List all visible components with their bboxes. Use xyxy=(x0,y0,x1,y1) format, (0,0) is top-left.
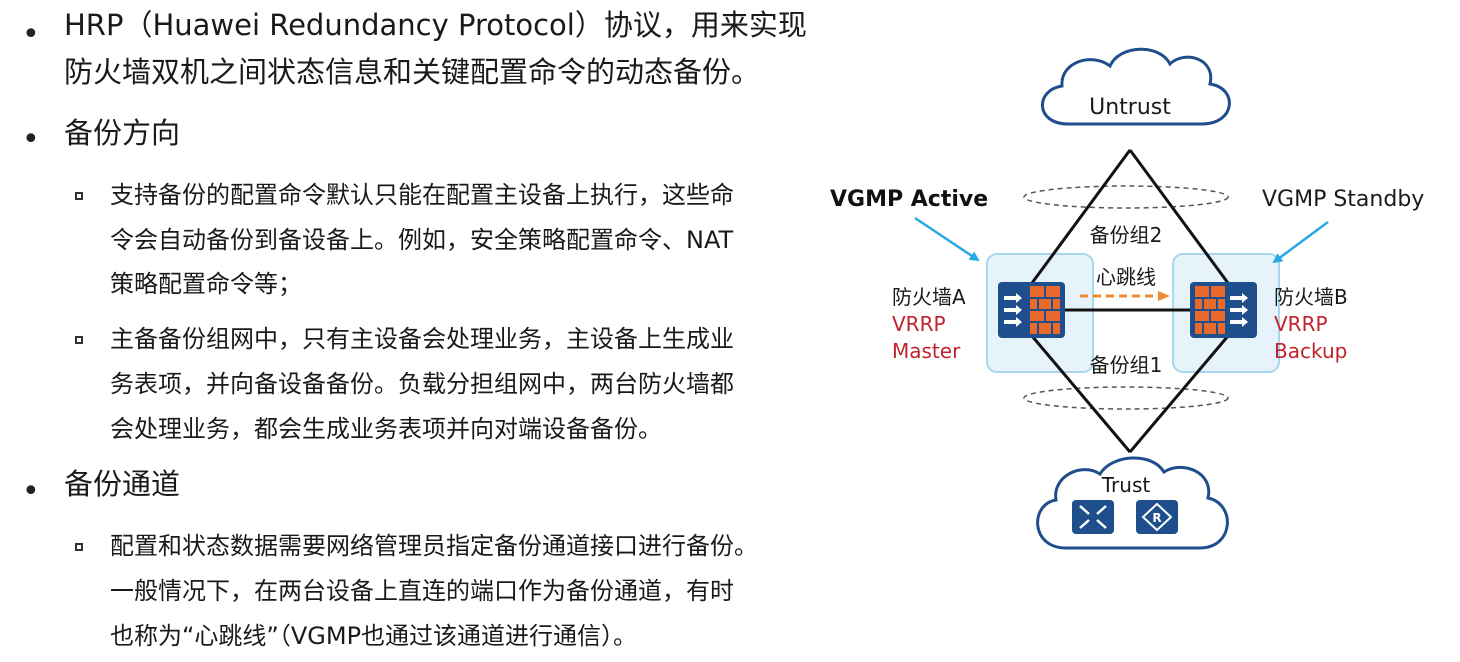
pointer-arrow-active xyxy=(914,216,980,262)
untrust-cloud: Untrust xyxy=(1041,47,1231,126)
sub-item-3-line-3: 也称为“心跳线”（VGMP也通过该通道进行通信）。 xyxy=(110,622,638,650)
trust-cloud: Trust R xyxy=(1036,456,1229,550)
untrust-label: Untrust xyxy=(1089,95,1171,120)
trust-label: Trust xyxy=(1101,473,1151,497)
sub-item-1-line-1: 支持备份的配置命令默认只能在配置主设备上执行，这些命 xyxy=(110,181,734,209)
heartbeat-label: 心跳线 xyxy=(1096,265,1156,289)
sub-item-3-line-1: 配置和状态数据需要网络管理员指定备份通道接口进行备份。 xyxy=(110,532,758,560)
backup-group-1-label: 备份组1 xyxy=(1090,353,1163,377)
sub-item-3-line-2: 一般情况下，在两台设备上直连的端口作为备份通道，有时 xyxy=(110,577,734,605)
sub-item-1-line-3: 策略配置命令等； xyxy=(110,270,302,298)
firewall-b-label: 防火墙B xyxy=(1274,285,1348,309)
bullet-marker: • xyxy=(22,474,40,509)
bullet-hrp-line-1: HRP（Huawei Redundancy Protocol）协议，用来实现 xyxy=(64,8,807,42)
sub-item-2-line-2: 务表项，并向备设备备份。负载分担组网中，两台防火墙都 xyxy=(110,370,734,398)
vrrp-b-label: VRRP xyxy=(1274,312,1328,336)
sub-bullet-marker xyxy=(75,543,83,551)
bullet-marker: • xyxy=(22,122,40,157)
hrp-topology-diagram: Untrust Trust R VGMP Active VGMP Standby… xyxy=(830,47,1424,550)
sub-item-1-line-2: 令会自动备份到备设备上。例如，安全策略配置命令、NAT xyxy=(110,226,734,254)
switch-icon xyxy=(1072,500,1114,534)
firewall-a-icon xyxy=(998,282,1065,338)
vrrp-a-label: VRRP xyxy=(892,312,946,336)
bullet-backup-direction: 备份方向 xyxy=(64,116,181,150)
bullet-hrp-line-2: 防火墙双机之间状态信息和关键配置命令的动态备份。 xyxy=(64,55,761,89)
vrrp-a-role: Master xyxy=(892,339,961,363)
firewall-b-icon xyxy=(1190,282,1257,338)
bullet-marker: • xyxy=(22,17,40,52)
bullet-backup-channel: 备份通道 xyxy=(64,467,181,501)
sub-bullet-marker xyxy=(75,336,83,344)
backup-group-2-ellipse xyxy=(1023,185,1229,209)
pointer-arrow-standby xyxy=(1272,220,1329,264)
vgmp-active-label: VGMP Active xyxy=(830,187,988,212)
backup-group-2-label: 备份组2 xyxy=(1090,223,1163,247)
svg-text:R: R xyxy=(1152,511,1161,525)
sub-item-2-line-3: 会处理业务，都会生成业务表项并向对端设备备份。 xyxy=(110,415,662,443)
router-icon: R xyxy=(1136,500,1178,534)
vgmp-standby-label: VGMP Standby xyxy=(1262,187,1424,212)
sub-item-2-line-1: 主备备份组网中，只有主设备会处理业务，主设备上生成业 xyxy=(110,325,734,353)
sub-bullet-marker xyxy=(75,192,83,200)
vrrp-b-role: Backup xyxy=(1274,339,1347,363)
firewall-a-label: 防火墙A xyxy=(892,285,966,309)
backup-group-1-ellipse xyxy=(1023,386,1229,410)
text-panel: • HRP（Huawei Redundancy Protocol）协议，用来实现… xyxy=(0,0,830,662)
